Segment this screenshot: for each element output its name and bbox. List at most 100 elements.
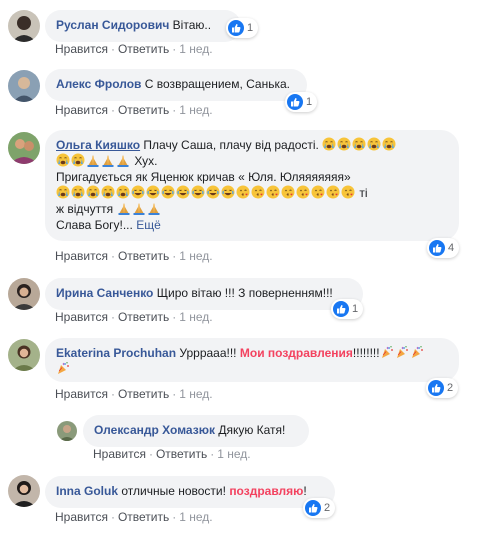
crying-emoji-icon (352, 137, 366, 151)
confetti-emoji-icon (395, 345, 409, 359)
reaction-count: 1 (306, 96, 313, 108)
kiss-emoji-icon (296, 185, 310, 199)
comment-timestamp[interactable]: 1 нед. (179, 103, 212, 117)
crying-emoji-icon (367, 137, 381, 151)
comment-text: Урррааа!!! (179, 346, 237, 360)
praying-hands-emoji-icon (132, 201, 146, 215)
comment-text: !!!!!!!! (352, 346, 380, 360)
crying-emoji-icon (56, 185, 70, 199)
comment-author[interactable]: Inna Goluk (56, 484, 118, 498)
reply-link[interactable]: Ответить (118, 249, 169, 263)
like-link[interactable]: Нравится (55, 387, 108, 401)
comment-timestamp[interactable]: 1 нед. (179, 249, 212, 263)
reaction-badge[interactable]: 2 (303, 498, 336, 518)
comment-bubble: Олександр Хомазюк Дякую Катя! (83, 415, 309, 447)
avatar[interactable] (8, 339, 40, 371)
praying-hands-emoji-icon (116, 153, 130, 167)
comment-actions: Нравится · Ответить · 1 нед. (55, 510, 213, 524)
comment-author[interactable]: Олександр Хомазюк (94, 423, 215, 437)
reply-link[interactable]: Ответить (118, 510, 169, 524)
avatar[interactable] (8, 132, 40, 164)
comment-actions: Нравится · Ответить · 1 нед. (55, 42, 213, 56)
comment-bubble: Inna Goluk отличные новости! поздравляю! (45, 476, 335, 508)
reaction-badge[interactable]: 2 (426, 378, 459, 398)
praying-hands-emoji-icon (117, 201, 131, 215)
reaction-badge[interactable]: 1 (285, 92, 318, 112)
crying-emoji-icon (337, 137, 351, 151)
comment-actions: Нравится · Ответить · 1 нед. (55, 310, 213, 324)
like-link[interactable]: Нравится (55, 103, 108, 117)
thumbs-up-icon (333, 301, 349, 317)
crying-emoji-icon (322, 137, 336, 151)
laughing-emoji-icon (131, 185, 145, 199)
thumbs-up-icon (428, 380, 444, 396)
comment-timestamp[interactable]: 1 нед. (217, 447, 250, 461)
reaction-badge[interactable]: 4 (427, 238, 460, 258)
kiss-emoji-icon (341, 185, 355, 199)
kiss-emoji-icon (251, 185, 265, 199)
like-link[interactable]: Нравится (93, 447, 146, 461)
comment-timestamp[interactable]: 1 нед. (179, 42, 212, 56)
kiss-emoji-icon (266, 185, 280, 199)
confetti-emoji-icon (410, 345, 424, 359)
reply-link[interactable]: Ответить (118, 103, 169, 117)
avatar[interactable] (8, 70, 40, 102)
confetti-emoji-icon (56, 361, 70, 375)
like-link[interactable]: Нравится (55, 42, 108, 56)
reaction-count: 2 (447, 382, 454, 394)
kiss-emoji-icon (236, 185, 250, 199)
like-link[interactable]: Нравится (55, 510, 108, 524)
comment-bubble: Ирина Санченко Щиро вітаю !!! З повернен… (45, 278, 363, 310)
comment-author[interactable]: Ирина Санченко (56, 286, 153, 300)
like-link[interactable]: Нравится (55, 310, 108, 324)
comment-text: ті (359, 186, 368, 200)
comment-actions: Нравится · Ответить · 1 нед. (55, 103, 213, 117)
reaction-count: 2 (324, 502, 331, 514)
comment-text: Хух. (134, 154, 158, 168)
reply-link[interactable]: Ответить (118, 310, 169, 324)
comment-text: Щиро вітаю !!! З поверненням!!! (156, 286, 333, 300)
comment-actions: Нравится · Ответить · 1 нед. (55, 249, 213, 263)
comment-text: Пригадується як Яценюк кричав « Юля. Юля… (56, 170, 351, 184)
comment-text: С возвращением, Санька. (144, 77, 290, 91)
like-link[interactable]: Нравится (55, 249, 108, 263)
laughing-emoji-icon (206, 185, 220, 199)
comment-bubble: Руслан Сидорович Вітаю.. (45, 10, 241, 42)
laughing-emoji-icon (191, 185, 205, 199)
comment-timestamp[interactable]: 1 нед. (179, 510, 212, 524)
reply-link[interactable]: Ответить (156, 447, 207, 461)
comment-author[interactable]: Ольга Кияшко (56, 138, 140, 152)
crying-emoji-icon (382, 137, 396, 151)
crying-emoji-icon (71, 185, 85, 199)
comment-timestamp[interactable]: 1 нед. (179, 310, 212, 324)
see-more-link[interactable]: Ещё (136, 218, 161, 232)
reply-link[interactable]: Ответить (118, 387, 169, 401)
reply-link[interactable]: Ответить (118, 42, 169, 56)
reaction-badge[interactable]: 1 (331, 299, 364, 319)
comment-author[interactable]: Алекс Фролов (56, 77, 141, 91)
greeting-highlight[interactable]: поздравляю (229, 484, 303, 498)
greeting-highlight[interactable]: Мои поздравления (240, 346, 353, 360)
avatar[interactable] (8, 278, 40, 310)
comment-text: ж відчуття (56, 202, 114, 216)
praying-hands-emoji-icon (86, 153, 100, 167)
laughing-emoji-icon (146, 185, 160, 199)
avatar[interactable] (8, 475, 40, 507)
comment-author[interactable]: Руслан Сидорович (56, 18, 169, 32)
confetti-emoji-icon (380, 345, 394, 359)
comment-bubble: Ольга Кияшко Плачу Саша, плачу від радос… (45, 130, 459, 241)
avatar[interactable] (8, 10, 40, 42)
avatar[interactable] (57, 421, 77, 441)
comment-author[interactable]: Ekaterina Prochuhan (56, 346, 176, 360)
reaction-badge[interactable]: 1 (226, 18, 259, 38)
thumbs-up-icon (228, 20, 244, 36)
reaction-count: 1 (247, 22, 254, 34)
thumbs-up-icon (287, 94, 303, 110)
crying-emoji-icon (56, 153, 70, 167)
comment-timestamp[interactable]: 1 нед. (179, 387, 212, 401)
thumbs-up-icon (305, 500, 321, 516)
kiss-emoji-icon (311, 185, 325, 199)
reaction-count: 4 (448, 242, 455, 254)
laughing-emoji-icon (221, 185, 235, 199)
comment-text: Дякую Катя! (218, 423, 286, 437)
